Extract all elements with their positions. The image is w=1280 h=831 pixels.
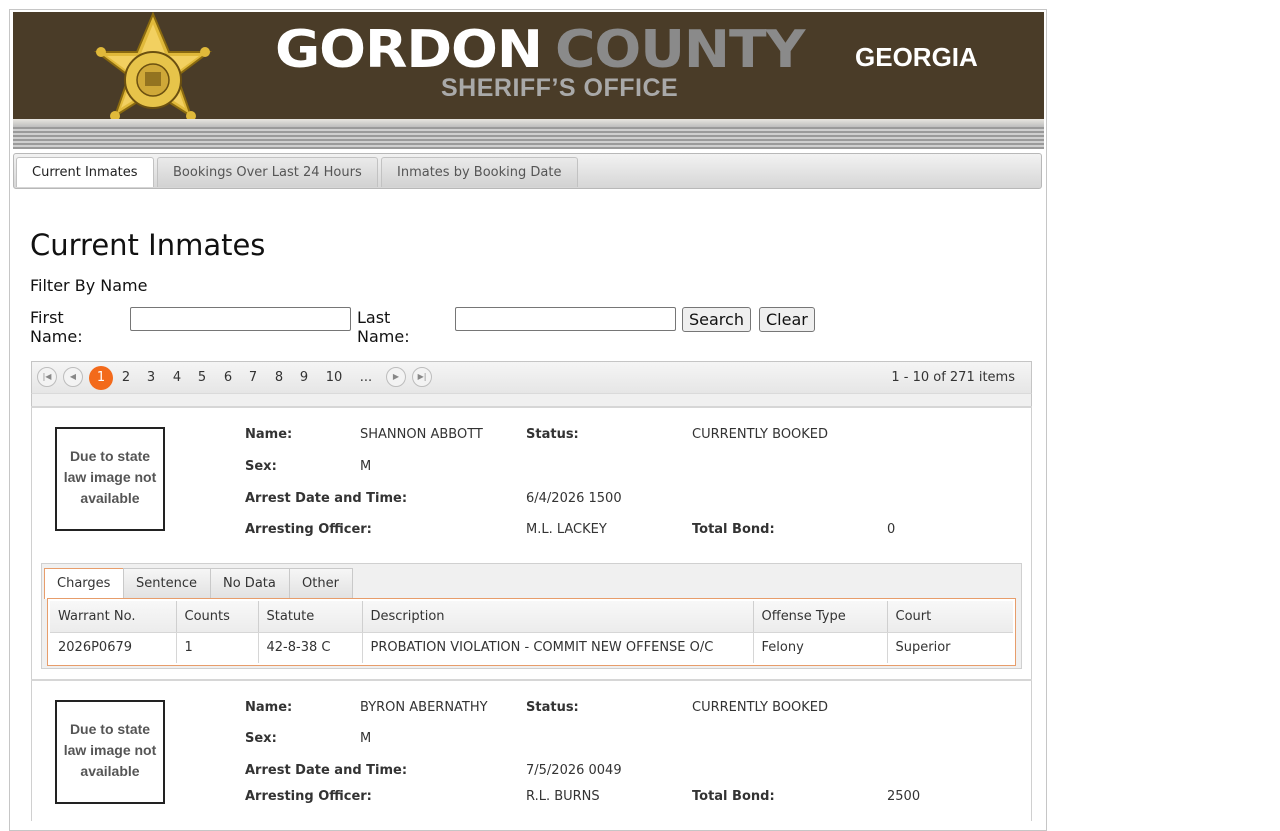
page-link-8[interactable]: 8 xyxy=(271,367,287,389)
inmate-status: CURRENTLY BOOKED xyxy=(692,700,829,715)
page-link-10[interactable]: 10 xyxy=(321,367,347,389)
charge-court: Superior xyxy=(895,640,951,656)
page-container: GORDON COUNTY SHERIFF’S OFFICE GEORGIA C… xyxy=(9,9,1047,831)
search-button[interactable]: Search xyxy=(682,307,751,332)
charge-warrant: 2026P0679 xyxy=(50,632,177,663)
last-name-input[interactable] xyxy=(455,307,676,331)
page-link-more[interactable]: ... xyxy=(355,367,377,389)
banner-stripes xyxy=(13,119,1044,149)
first-page-icon[interactable]: |◀ xyxy=(37,367,57,387)
banner-subtitle: SHERIFF’S OFFICE xyxy=(441,74,679,102)
arrest-datetime-label: Arrest Date and Time: xyxy=(245,763,408,778)
previous-page-icon[interactable]: ◀ xyxy=(63,367,83,387)
tab-inmates-by-booking-date[interactable]: Inmates by Booking Date xyxy=(381,157,578,187)
column-header-description[interactable]: Description xyxy=(362,601,754,633)
table-row: 2026P0679 1 42-8-38 C PROBATION VIOLATIO… xyxy=(50,632,1013,663)
charge-offense-type: Felony xyxy=(753,632,888,663)
page-link-2[interactable]: 2 xyxy=(118,367,134,389)
arrest-datetime-label: Arrest Date and Time: xyxy=(245,491,408,506)
tab-current-inmates[interactable]: Current Inmates xyxy=(16,157,154,187)
charge-counts: 1 xyxy=(176,632,259,663)
main-tabstrip: Current Inmates Bookings Over Last 24 Ho… xyxy=(13,153,1042,189)
tab-no-data[interactable]: No Data xyxy=(210,568,290,598)
pager-info: 1 - 10 of 271 items xyxy=(891,370,1015,385)
pager-footer xyxy=(31,393,1032,407)
inmate-arresting-officer: R.L. BURNS xyxy=(526,789,600,804)
column-header-warrant[interactable]: Warrant No. xyxy=(50,601,177,633)
page-link-9[interactable]: 9 xyxy=(296,367,312,389)
name-label: Name: xyxy=(245,427,293,442)
tab-other[interactable]: Other xyxy=(289,568,353,598)
inmate-sex: M xyxy=(360,459,372,474)
inmate-photo-placeholder: Due to state law image not available xyxy=(55,700,165,804)
detail-tabstrip: Charges Sentence No Data Other Warrant N… xyxy=(41,563,1022,669)
last-name-label: Last Name: xyxy=(357,308,410,346)
column-header-counts[interactable]: Counts xyxy=(176,601,259,633)
column-header-statute[interactable]: Statute xyxy=(258,601,363,633)
banner-state: GEORGIA xyxy=(855,42,978,72)
clear-button[interactable]: Clear xyxy=(759,307,815,332)
tab-bookings-last-24-hours[interactable]: Bookings Over Last 24 Hours xyxy=(157,157,378,187)
photo-placeholder-text: Due to state law image not available xyxy=(63,721,157,779)
inmate-name: BYRON ABERNATHY xyxy=(360,700,488,715)
photo-placeholder-text: Due to state law image not available xyxy=(63,448,157,506)
banner-title-county: COUNTY xyxy=(555,20,805,80)
arresting-officer-label: Arresting Officer: xyxy=(245,789,372,804)
charge-description: PROBATION VIOLATION - COMMIT NEW OFFENSE… xyxy=(362,632,754,663)
name-label: Name: xyxy=(245,700,293,715)
sex-label: Sex: xyxy=(245,731,277,746)
inmate-name: SHANNON ABBOTT xyxy=(360,427,483,442)
charges-header-row: Warrant No. Counts Statute Description O… xyxy=(50,601,1013,633)
status-label: Status: xyxy=(526,427,579,442)
column-header-offense-type[interactable]: Offense Type xyxy=(753,601,888,633)
tab-charges[interactable]: Charges xyxy=(44,568,124,599)
page-link-6[interactable]: 6 xyxy=(220,367,236,389)
site-banner: GORDON COUNTY SHERIFF’S OFFICE GEORGIA xyxy=(13,12,1044,149)
banner-title-gordon: GORDON xyxy=(275,20,543,80)
first-name-label: First Name: xyxy=(30,308,83,346)
column-header-court[interactable]: Court xyxy=(887,601,1013,633)
charge-statute: 42-8-38 C xyxy=(258,632,363,663)
inmate-sex: M xyxy=(360,731,372,746)
charges-panel: Warrant No. Counts Statute Description O… xyxy=(47,598,1016,666)
page-link-7[interactable]: 7 xyxy=(245,367,261,389)
inmate-arrest-datetime: 7/5/2026 0049 xyxy=(526,763,622,778)
inmate-status: CURRENTLY BOOKED xyxy=(692,427,829,442)
total-bond-label: Total Bond: xyxy=(692,789,775,804)
total-bond-label: Total Bond: xyxy=(692,522,775,537)
page-title: Current Inmates xyxy=(30,228,266,262)
inmate-total-bond: 2500 xyxy=(887,789,921,804)
first-name-input[interactable] xyxy=(130,307,351,331)
pager: |◀ ◀ 1 2 3 4 5 6 7 8 9 10 ... ▶ ▶| 1 - 1… xyxy=(31,361,1032,393)
page-link-1[interactable]: 1 xyxy=(89,366,113,390)
status-label: Status: xyxy=(526,700,579,715)
page-link-3[interactable]: 3 xyxy=(143,367,159,389)
last-page-icon[interactable]: ▶| xyxy=(412,367,432,387)
page-link-5[interactable]: 5 xyxy=(194,367,210,389)
arresting-officer-label: Arresting Officer: xyxy=(245,522,372,537)
next-page-icon[interactable]: ▶ xyxy=(386,367,406,387)
tab-sentence[interactable]: Sentence xyxy=(123,568,211,598)
page-link-4[interactable]: 4 xyxy=(169,367,185,389)
inmate-total-bond: 0 xyxy=(887,522,896,537)
inmate-arresting-officer: M.L. LACKEY xyxy=(526,522,607,537)
sex-label: Sex: xyxy=(245,459,277,474)
inmate-photo-placeholder: Due to state law image not available xyxy=(55,427,165,531)
filter-label: Filter By Name xyxy=(30,276,148,295)
inmate-arrest-datetime: 6/4/2026 1500 xyxy=(526,491,622,506)
charges-table: Warrant No. Counts Statute Description O… xyxy=(50,601,1013,663)
